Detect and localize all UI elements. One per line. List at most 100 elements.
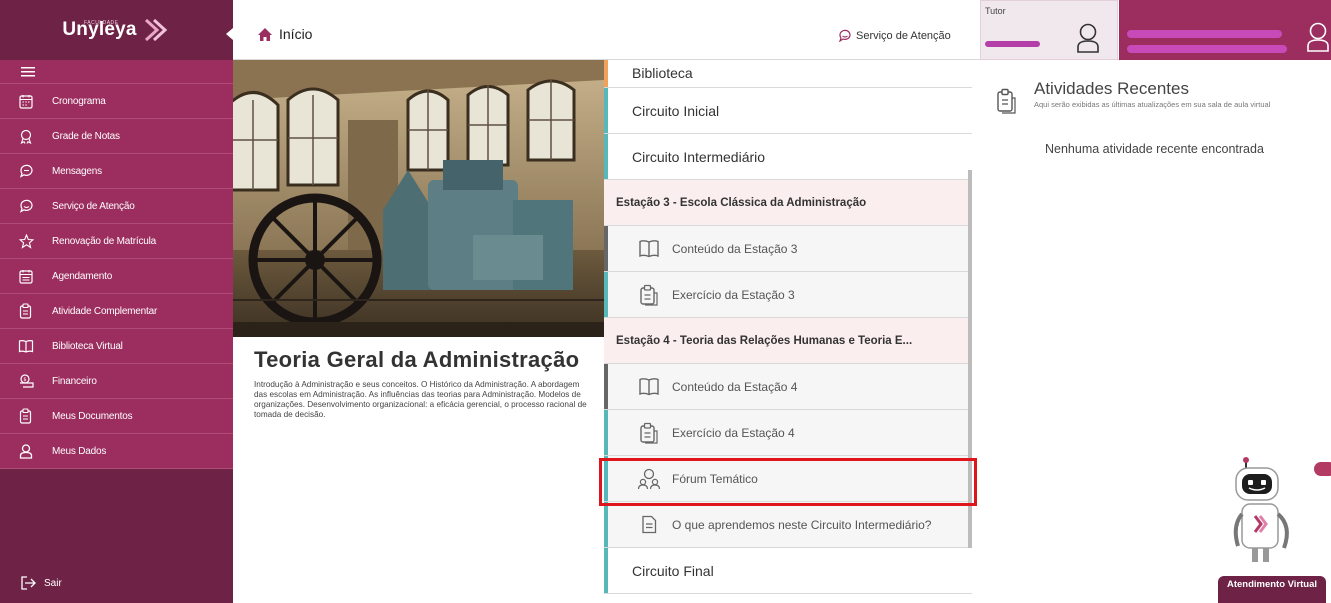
collapse-sidebar-icon[interactable] [226, 28, 233, 40]
book-icon [0, 339, 52, 353]
circuit-row[interactable]: Circuito Final [604, 548, 972, 594]
brand-chevron-icon [144, 18, 167, 42]
module-item[interactable]: O que aprendemos neste Circuito Intermed… [604, 502, 972, 548]
module-label: Circuito Intermediário [632, 148, 766, 165]
hamburger-icon[interactable] [0, 60, 233, 84]
brand-logo[interactable]: FACULDADE Unyleya [0, 0, 233, 60]
home-label: Início [279, 26, 313, 42]
sidebar-item-label: Grade de Notas [52, 130, 120, 142]
assistant-badge[interactable] [1314, 462, 1331, 476]
sidebar-item-label: Meus Documentos [52, 410, 133, 422]
row-accent [604, 88, 608, 133]
station-header[interactable]: Estação 3 - Escola Clássica da Administr… [604, 180, 972, 226]
sidebar-item-servico-de-atencao[interactable]: Serviço de Atenção [0, 189, 233, 224]
note-icon [636, 515, 662, 534]
sidebar-item-label: Mensagens [52, 165, 102, 177]
sidebar-item-label: Meus Dados [52, 445, 107, 457]
logout-button[interactable]: Sair [0, 563, 233, 603]
svg-text:$: $ [23, 377, 26, 383]
book-icon [636, 377, 662, 396]
logout-label: Sair [44, 577, 62, 589]
row-accent [604, 548, 608, 593]
module-item[interactable]: Exercício da Estação 3 [604, 272, 972, 318]
sidebar-item-meus-documentos[interactable]: Meus Documentos [0, 399, 233, 434]
row-accent [604, 134, 608, 179]
module-label: Exercício da Estação 4 [672, 425, 795, 440]
row-accent [604, 226, 608, 271]
row-accent [604, 456, 608, 501]
tutor-avatar-icon [1077, 23, 1099, 53]
row-accent [604, 272, 608, 317]
student-id-redacted [1127, 45, 1287, 53]
module-item[interactable]: Exercício da Estação 4 [604, 410, 972, 456]
module-item[interactable]: Conteúdo da Estação 4 [604, 364, 972, 410]
module-item[interactable]: Conteúdo da Estação 3 [604, 226, 972, 272]
sidebar-item-label: Biblioteca Virtual [52, 340, 123, 352]
tutor-name-redacted [985, 41, 1040, 47]
sidebar-item-biblioteca-virtual[interactable]: Biblioteca Virtual [0, 329, 233, 364]
calendar-icon [0, 94, 52, 109]
row-accent [604, 410, 608, 455]
assistant-robot-icon[interactable] [1232, 456, 1322, 576]
clipboard-icon [636, 284, 662, 306]
award-icon [0, 129, 52, 144]
support-chat-icon [839, 29, 851, 42]
module-label: Conteúdo da Estação 4 [672, 379, 798, 394]
circuit-row[interactable]: Circuito Inicial [604, 88, 972, 134]
recent-activity-title: Atividades Recentes [1034, 79, 1189, 98]
home-icon [258, 27, 272, 41]
row-accent [604, 364, 608, 409]
app-root: FACULDADE Unyleya Cronograma Grade de Not… [0, 0, 1331, 603]
module-label: O que aprendemos neste Circuito Intermed… [672, 517, 932, 532]
sidebar-item-financeiro[interactable]: $ Financeiro [0, 364, 233, 399]
chat-icon [0, 164, 52, 178]
circuit-row[interactable]: Biblioteca [604, 60, 972, 88]
course-title: Teoria Geral da Administração [254, 347, 580, 372]
student-avatar-icon [1307, 22, 1329, 52]
module-label: Fórum Temático [672, 471, 758, 486]
document-icon [0, 408, 52, 424]
sidebar-item-label: Agendamento [52, 270, 113, 282]
finance-icon: $ [0, 373, 52, 389]
sidebar-item-cronograma[interactable]: Cronograma [0, 84, 233, 119]
logout-icon [21, 576, 36, 590]
sidebar-item-label: Serviço de Atenção [52, 200, 135, 212]
module-label: Circuito Final [632, 562, 714, 579]
home-link[interactable]: Início [257, 26, 312, 42]
sidebar-item-atividade-complementar[interactable]: Atividade Complementar [0, 294, 233, 329]
module-label: Conteúdo da Estação 3 [672, 241, 798, 256]
sidebar-item-grade-de-notas[interactable]: Grade de Notas [0, 119, 233, 154]
student-profile[interactable] [1119, 0, 1331, 60]
module-item[interactable]: Fórum Temático [604, 456, 972, 502]
course-cover-image [233, 60, 604, 337]
sidebar-item-agendamento[interactable]: Agendamento [0, 259, 233, 294]
module-label: Biblioteca [632, 65, 693, 81]
row-accent [604, 502, 608, 547]
sidebar: FACULDADE Unyleya Cronograma Grade de Not… [0, 0, 233, 603]
circuit-row[interactable]: Circuito Intermediário [604, 134, 972, 180]
sidebar-item-meus-dados[interactable]: Meus Dados [0, 434, 233, 469]
clipboard-icon [997, 88, 1016, 114]
virtual-assistant-button[interactable]: Atendimento Virtual [1218, 576, 1326, 603]
user-icon [0, 443, 52, 459]
module-label: Estação 3 - Escola Clássica da Administr… [616, 196, 867, 209]
forum-icon [636, 468, 662, 490]
recent-activity-subtitle: Aqui serão exibidas as últimas atualizaç… [1034, 100, 1271, 109]
sidebar-item-renovacao-de-matricula[interactable]: Renovação de Matrícula [0, 224, 233, 259]
student-name-redacted [1127, 30, 1282, 38]
clipboard-icon [636, 422, 662, 444]
sidebar-item-mensagens[interactable]: Mensagens [0, 154, 233, 189]
sidebar-item-label: Renovação de Matrícula [52, 235, 156, 247]
book-icon [636, 239, 662, 258]
station-header[interactable]: Estação 4 - Teoria das Relações Humanas … [604, 318, 972, 364]
module-label: Circuito Inicial [632, 102, 720, 119]
star-icon [0, 233, 52, 249]
sidebar-item-label: Financeiro [52, 375, 97, 387]
row-accent [604, 60, 608, 87]
topbar: Início Serviço de Atenção Tutor [233, 0, 1331, 60]
module-label: Exercício da Estação 3 [672, 287, 795, 302]
tutor-profile[interactable]: Tutor [980, 0, 1118, 60]
sidebar-item-label: Cronograma [52, 95, 106, 107]
service-link[interactable]: Serviço de Atenção [838, 29, 951, 42]
schedule-icon [0, 269, 52, 284]
